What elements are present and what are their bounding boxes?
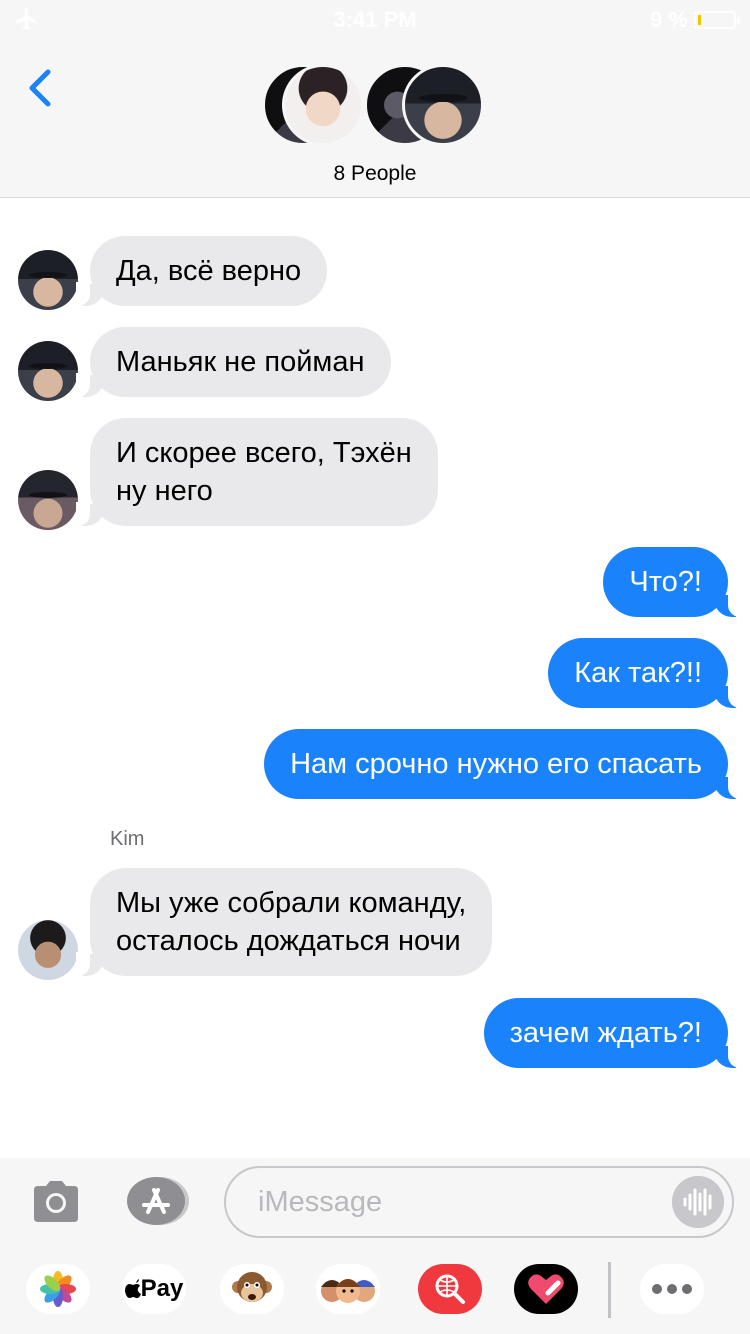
message-text: Мы уже собрали команду,	[116, 887, 467, 919]
web-search-button[interactable]	[418, 1264, 482, 1314]
photos-app-button[interactable]	[26, 1264, 90, 1314]
animoji-button[interactable]	[220, 1264, 284, 1314]
web-search-icon	[435, 1274, 465, 1304]
status-bar: 3:41 PM 9 %	[0, 0, 750, 40]
more-icon	[652, 1284, 692, 1294]
digital-touch-icon	[528, 1274, 564, 1304]
photos-icon	[40, 1271, 76, 1307]
digital-touch-button[interactable]	[514, 1264, 578, 1314]
group-member-count[interactable]: 8 People	[0, 162, 750, 186]
conversation-header: 3:41 PM 9 % 8 People	[0, 0, 750, 198]
battery-icon	[694, 11, 740, 29]
message-text: Как так?!!	[574, 657, 702, 689]
incoming-message[interactable]: Мы уже собрали команду, осталось дождать…	[75, 868, 493, 976]
memoji-button[interactable]	[316, 1264, 380, 1314]
app-drawer: Pay	[0, 1244, 750, 1334]
message-text: ну него	[116, 475, 213, 507]
battery-percent: 9 %	[650, 7, 688, 32]
status-time: 3:41 PM	[333, 7, 417, 32]
message-input-placeholder: iMessage	[258, 1186, 383, 1218]
message-text: зачем ждать?!	[509, 1017, 702, 1049]
camera-icon[interactable]	[30, 1178, 82, 1224]
incoming-message[interactable]: И скорее всего, Тэхён ну него	[76, 418, 438, 526]
more-apps-button[interactable]	[640, 1264, 704, 1314]
app-store-icon[interactable]	[126, 1176, 190, 1226]
avatar-group-member	[402, 64, 484, 146]
avatar[interactable]	[18, 920, 78, 980]
apple-pay-button[interactable]: Pay	[122, 1264, 186, 1314]
battery-level	[698, 15, 701, 25]
app-drawer-divider	[608, 1262, 611, 1318]
message-text: Нам срочно нужно его спасать	[290, 748, 702, 780]
avatar-group-member	[282, 64, 364, 146]
memoji-icon	[321, 1279, 375, 1303]
compose-bar: iMessage	[0, 1158, 750, 1244]
avatar[interactable]	[18, 341, 78, 401]
animoji-icon	[232, 1272, 272, 1302]
message-text: И скорее всего, Тэхён	[116, 437, 412, 469]
message-text: осталось дождаться ночи	[116, 925, 461, 957]
avatar[interactable]	[18, 470, 78, 530]
incoming-message[interactable]: Да, всё верно	[75, 236, 328, 306]
audio-waveform-icon[interactable]	[672, 1176, 724, 1228]
message-text: Маньяк не пойман	[116, 346, 365, 378]
message-text: Да, всё верно	[116, 255, 302, 287]
message-input[interactable]: iMessage	[224, 1166, 734, 1238]
message-thread[interactable]: Да, всё верно Маньяк не пойман И скорее …	[0, 198, 750, 1158]
outgoing-message[interactable]: зачем ждать?!	[483, 998, 743, 1068]
chevron-left-icon[interactable]	[22, 66, 62, 110]
outgoing-message[interactable]: Что?!	[603, 547, 742, 617]
outgoing-message[interactable]: Как так?!!	[548, 638, 742, 708]
apple-pay-icon	[124, 1279, 141, 1299]
avatar[interactable]	[18, 250, 78, 310]
incoming-message[interactable]: Маньяк не пойман	[76, 327, 391, 397]
message-text: Что?!	[629, 566, 702, 598]
group-avatar-stack[interactable]	[262, 64, 492, 148]
apple-pay-label: Pay	[140, 1275, 184, 1302]
sender-name: Kim	[110, 828, 145, 850]
outgoing-message[interactable]: Нам срочно нужно его спасать	[264, 729, 742, 799]
